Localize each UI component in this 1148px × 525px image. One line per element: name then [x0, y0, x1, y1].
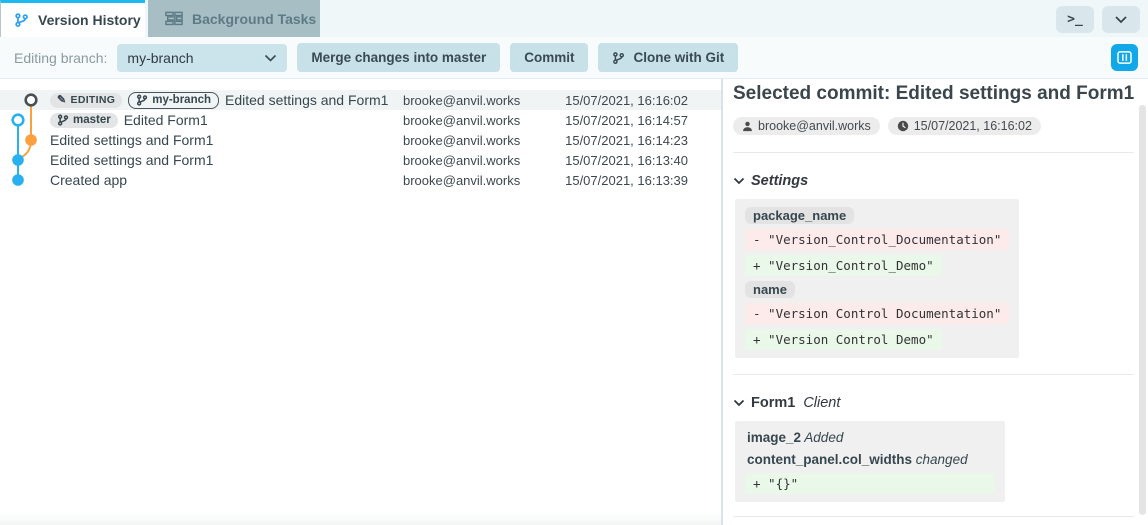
- chevron-down-icon: [1114, 15, 1128, 24]
- commit-author: brooke@anvil.works: [403, 113, 538, 128]
- clone-with-git-button[interactable]: Clone with Git: [598, 43, 738, 72]
- diff-added-line: + "Version Control Demo": [745, 329, 942, 350]
- git-branch-icon: [136, 94, 148, 106]
- commit-button-label: Commit: [524, 50, 574, 65]
- section-name: Settings: [751, 173, 808, 189]
- chevron-down-icon: [733, 399, 745, 407]
- commit-row[interactable]: Edited settings and Form1 brooke@anvil.wo…: [0, 130, 721, 150]
- branch-select-value: my-branch: [127, 50, 193, 66]
- commit-message-text: Edited settings and Form1: [50, 152, 213, 168]
- section-header-form1[interactable]: Form1 Client: [733, 395, 1134, 411]
- commit-row[interactable]: Created app brooke@anvil.works15/07/2021,…: [0, 170, 721, 190]
- commit-message-text: Edited settings and Form1: [50, 132, 213, 148]
- selected-commit-panel: Selected commit: Edited settings and For…: [723, 79, 1148, 525]
- terminal-prompt-icon: >_: [1067, 12, 1083, 27]
- columns-icon: [1117, 51, 1132, 64]
- editing-branch-label: Editing branch:: [14, 50, 107, 66]
- chevron-down-icon: [264, 54, 277, 62]
- badge-label: master: [73, 114, 111, 127]
- tabbar-spacer: [320, 0, 1056, 37]
- clock-icon: [897, 120, 909, 132]
- tab-bar: Version History Background Tasks >_: [0, 0, 1148, 37]
- tasks-bricks-icon: [165, 11, 183, 26]
- diff-removed-line: - "Version_Control_Documentation": [745, 229, 1009, 250]
- chevron-down-icon: [733, 177, 745, 185]
- commit-message-text: Edited settings and Form1: [225, 92, 388, 108]
- section-name: Form1: [751, 395, 795, 411]
- diff-sections: Settings package_name - "Version_Control_D…: [733, 173, 1134, 502]
- divider: [733, 374, 1134, 375]
- commit-list: ✎ EDITING my-branch Edited settings and For…: [0, 79, 721, 190]
- commit-author: brooke@anvil.works: [403, 153, 538, 168]
- author-pill-label: brooke@anvil.works: [758, 119, 871, 133]
- tab-background-tasks[interactable]: Background Tasks: [148, 0, 320, 37]
- commit-message: master Edited Form1: [50, 112, 403, 128]
- tab-label: Version History: [38, 12, 141, 28]
- divider: [733, 152, 1134, 153]
- commit-message: Created app: [50, 172, 403, 188]
- commit-timestamp: 15/07/2021, 16:16:02: [538, 93, 688, 108]
- terminal-button[interactable]: >_: [1056, 6, 1094, 33]
- tab-label: Background Tasks: [192, 11, 316, 27]
- branch-badge: my-branch: [128, 92, 219, 109]
- divider: [733, 516, 1134, 517]
- badge-label: my-branch: [152, 94, 211, 107]
- section-header-settings[interactable]: Settings: [733, 173, 1134, 189]
- commit-author: brooke@anvil.works: [403, 173, 538, 188]
- time-pill: 15/07/2021, 16:16:02: [888, 117, 1041, 135]
- bottom-fade: [0, 511, 721, 525]
- git-branch-icon: [14, 12, 29, 28]
- tab-version-history[interactable]: Version History: [0, 0, 145, 37]
- diff-removed-line: - "Version Control Documentation": [745, 303, 1009, 324]
- commit-message: Edited settings and Form1: [50, 152, 403, 168]
- toolbar: Editing branch: my-branch Merge changes …: [0, 37, 1148, 79]
- diff-status: Added: [801, 430, 843, 445]
- merge-button-label: Merge changes into master: [311, 50, 486, 65]
- git-branch-icon: [612, 51, 625, 65]
- commit-timestamp: 15/07/2021, 16:14:57: [538, 113, 688, 128]
- commit-row[interactable]: ✎ EDITING my-branch Edited settings and For…: [0, 90, 721, 110]
- commit-message: ✎ EDITING my-branch Edited settings and For…: [50, 92, 403, 109]
- diff-box: image_2 Added content_panel.col_widths ch…: [735, 421, 1005, 502]
- commit-author: brooke@anvil.works: [403, 133, 538, 148]
- git-branch-icon: [57, 114, 69, 126]
- pencil-icon: ✎: [57, 94, 67, 107]
- commit-timestamp: 15/07/2021, 16:14:23: [538, 133, 688, 148]
- commit-message-text: Created app: [50, 172, 127, 188]
- main-area: ✎ EDITING my-branch Edited settings and For…: [0, 79, 1148, 525]
- person-icon: [742, 121, 753, 132]
- editing-badge: ✎ EDITING: [50, 93, 122, 108]
- diff-box: package_name - "Version_Control_Documenta…: [735, 199, 1019, 358]
- clone-button-label: Clone with Git: [633, 50, 724, 65]
- diff-added-line: + "{}": [745, 473, 995, 494]
- commit-history-panel: ✎ EDITING my-branch Edited settings and For…: [0, 79, 723, 525]
- commit-author: brooke@anvil.works: [403, 93, 538, 108]
- diff-key: content_panel.col_widths changed: [745, 451, 970, 468]
- diff-status: changed: [912, 452, 968, 467]
- time-pill-label: 15/07/2021, 16:16:02: [914, 119, 1032, 133]
- commit-row[interactable]: master Edited Form1 brooke@anvil.works15/0…: [0, 110, 721, 130]
- author-pill: brooke@anvil.works: [733, 117, 880, 135]
- branch-badge: master: [50, 113, 118, 128]
- diff-added-line: + "Version_Control_Demo": [745, 255, 942, 276]
- commit-message-text: Edited Form1: [124, 112, 208, 128]
- commit-timestamp: 15/07/2021, 16:13:40: [538, 153, 688, 168]
- badge-label: EDITING: [71, 94, 116, 107]
- diff-key: package_name: [745, 207, 854, 224]
- commit-button[interactable]: Commit: [510, 43, 588, 72]
- toggle-side-panel-button[interactable]: [1111, 44, 1138, 71]
- section-qualifier: Client: [803, 395, 840, 411]
- commit-meta-row: brooke@anvil.works 15/07/2021, 16:16:02: [733, 117, 1134, 135]
- commit-row[interactable]: Edited settings and Form1 brooke@anvil.wo…: [0, 150, 721, 170]
- selected-commit-title: Selected commit: Edited settings and For…: [733, 83, 1134, 105]
- branch-select[interactable]: my-branch: [117, 44, 287, 72]
- merge-button[interactable]: Merge changes into master: [297, 43, 500, 72]
- diff-key: image_2 Added: [745, 429, 845, 446]
- commit-message: Edited settings and Form1: [50, 132, 403, 148]
- commit-timestamp: 15/07/2021, 16:13:39: [538, 173, 688, 188]
- right-panel-scrollbar[interactable]: [1139, 105, 1146, 515]
- diff-key: name: [745, 281, 795, 298]
- collapse-panel-button[interactable]: [1102, 6, 1140, 33]
